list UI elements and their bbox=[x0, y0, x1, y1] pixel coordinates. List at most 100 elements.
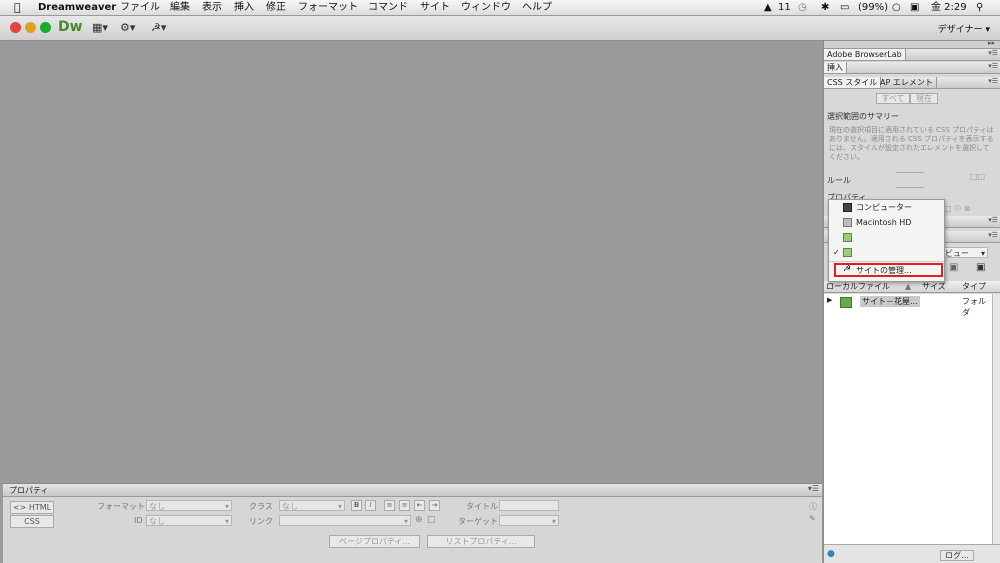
list-properties-button[interactable]: リストプロパティ... bbox=[427, 535, 535, 548]
bold-button[interactable]: B bbox=[351, 500, 362, 511]
clock[interactable]: 金 2:29 bbox=[931, 1, 967, 14]
ordered-list-icon[interactable]: ≡ bbox=[399, 500, 410, 511]
format-select[interactable]: なし ▾ bbox=[146, 500, 232, 511]
menu-separator bbox=[829, 261, 944, 262]
class-select[interactable]: なし ▾ bbox=[279, 500, 345, 511]
all-button[interactable]: すべて bbox=[876, 93, 910, 104]
panel-menu-icon[interactable]: ▾☰ bbox=[988, 77, 998, 85]
clock-icon[interactable]: ◷ bbox=[798, 1, 807, 14]
css-mode-button[interactable]: CSS bbox=[10, 515, 54, 528]
site-folder-icon bbox=[843, 233, 852, 242]
tab-ap-elements[interactable]: AP エレメント bbox=[877, 77, 937, 88]
col-local-files[interactable]: ローカルファイル bbox=[826, 281, 890, 292]
link-label: リンク bbox=[249, 517, 273, 526]
menu-item-macintosh-hd[interactable]: Macintosh HD bbox=[829, 215, 944, 230]
menu-file[interactable]: ファイル bbox=[120, 1, 160, 14]
menu-site[interactable]: サイト bbox=[420, 1, 450, 14]
zoom-window-button[interactable] bbox=[40, 22, 51, 33]
layout-icon[interactable]: ▦▾ bbox=[92, 21, 108, 34]
file-list[interactable]: ▶ サイト－花屋... フォルダ bbox=[824, 294, 1000, 544]
menu-commands[interactable]: コマンド bbox=[368, 1, 408, 14]
panel-menu-icon[interactable]: ▾☰ bbox=[988, 62, 998, 70]
panel-dock-bar: ▸▸ bbox=[824, 39, 1000, 49]
app-toolbar: Dw ▦▾ ⚙▾ ☭▾ デザイナー ▾ bbox=[0, 16, 1000, 41]
expand-icon[interactable]: ▣ bbox=[976, 262, 985, 273]
col-size[interactable]: サイズ bbox=[922, 281, 946, 292]
view-select[interactable]: ビュー ▾ bbox=[942, 247, 988, 258]
close-window-button[interactable] bbox=[10, 22, 21, 33]
quick-edit-icon[interactable]: ✎ bbox=[809, 514, 816, 523]
properties-tabbar: プロパティ ▾☰ bbox=[3, 484, 822, 497]
menu-edit[interactable]: 編集 bbox=[170, 1, 190, 14]
italic-button[interactable]: I bbox=[365, 500, 376, 511]
link-input[interactable]: ▾ bbox=[279, 515, 411, 526]
hard-disk-icon bbox=[843, 218, 852, 227]
menu-format[interactable]: フォーマット bbox=[298, 1, 358, 14]
format-label: フォーマット bbox=[97, 502, 145, 511]
current-button[interactable]: 現在 bbox=[910, 93, 938, 104]
page-properties-button[interactable]: ページプロパティ... bbox=[329, 535, 420, 548]
outdent-icon[interactable]: ⇤ bbox=[414, 500, 425, 511]
status-icon[interactable]: ● bbox=[827, 549, 835, 559]
panel-menu-icon[interactable]: ▾☰ bbox=[988, 231, 998, 239]
bluetooth-icon[interactable]: ✱ bbox=[821, 1, 829, 14]
spotlight-icon[interactable]: ⚲ bbox=[976, 1, 983, 14]
sort-icon: ▲ bbox=[905, 282, 912, 291]
document-area[interactable] bbox=[3, 42, 822, 483]
gear-icon[interactable]: ⚙▾ bbox=[120, 21, 135, 34]
browserlab-panel-header: Adobe BrowserLab ▾☰ bbox=[824, 49, 1000, 61]
file-list-scrollbar[interactable] bbox=[992, 294, 1000, 544]
menu-item-site-2[interactable]: ✓ bbox=[829, 245, 944, 260]
mac-menubar:  Dreamweaver ファイル 編集 表示 挿入 修正 フォーマット コマ… bbox=[0, 0, 1000, 16]
menu-window[interactable]: ウィンドウ bbox=[461, 1, 511, 14]
properties-tab[interactable]: プロパティ bbox=[9, 485, 49, 496]
computer-icon bbox=[843, 203, 852, 212]
col-type[interactable]: タイプ bbox=[962, 281, 986, 292]
workspace-switcher[interactable]: デザイナー ▾ bbox=[938, 22, 990, 35]
site-icon[interactable]: ☭▾ bbox=[151, 21, 166, 34]
checkmark-icon: ✓ bbox=[833, 248, 840, 257]
splitter-2[interactable] bbox=[896, 187, 924, 188]
tab-css-styles[interactable]: CSS スタイル bbox=[824, 77, 882, 88]
html-mode-button[interactable]: <> HTML bbox=[10, 501, 54, 514]
adobe-icon[interactable]: ▲ bbox=[764, 1, 772, 14]
wifi-icon[interactable]: ○ bbox=[892, 1, 901, 14]
target-select[interactable]: ▾ bbox=[499, 515, 559, 526]
properties-panel: プロパティ ▾☰ <> HTML CSS フォーマット なし ▾ クラス なし ▾ … bbox=[3, 483, 822, 563]
browse-folder-icon[interactable]: □ bbox=[427, 515, 436, 525]
help-icon[interactable]: ⓘ bbox=[809, 501, 817, 512]
connect-icon[interactable]: ▣ bbox=[949, 262, 958, 273]
disclosure-triangle-icon[interactable]: ▶ bbox=[827, 296, 832, 304]
unordered-list-icon[interactable]: ≡ bbox=[384, 500, 395, 511]
tab-insert[interactable]: 挿入 bbox=[824, 62, 847, 73]
splitter[interactable] bbox=[896, 172, 924, 173]
table-row[interactable]: ▶ サイト－花屋... フォルダ bbox=[824, 296, 992, 317]
site-folder-icon bbox=[843, 248, 852, 257]
menu-modify[interactable]: 修正 bbox=[266, 1, 286, 14]
speaker-icon[interactable]: ▣ bbox=[910, 1, 919, 14]
site-name[interactable]: サイト－花屋... bbox=[860, 296, 920, 307]
indent-icon[interactable]: ⇥ bbox=[429, 500, 440, 511]
app-menu[interactable]: Dreamweaver bbox=[38, 1, 116, 14]
collapse-panels-icon[interactable]: ▸▸ bbox=[988, 39, 995, 47]
title-input[interactable] bbox=[499, 500, 559, 511]
panel-menu-icon[interactable]: ▾☰ bbox=[808, 484, 819, 493]
menu-view[interactable]: 表示 bbox=[202, 1, 222, 14]
battery-icon[interactable]: ▭ bbox=[840, 1, 849, 14]
panel-menu-icon[interactable]: ▾☰ bbox=[988, 216, 998, 224]
rule-tools-icon[interactable]: □□ bbox=[970, 172, 985, 181]
point-to-file-icon[interactable]: ⊕ bbox=[415, 515, 423, 525]
menu-item-site-1[interactable] bbox=[829, 230, 944, 245]
tab-browserlab[interactable]: Adobe BrowserLab bbox=[824, 49, 906, 60]
file-list-header: ローカルファイル ▲ サイズ タイプ bbox=[824, 281, 1000, 293]
log-button[interactable]: ログ... bbox=[940, 550, 974, 561]
menu-insert[interactable]: 挿入 bbox=[234, 1, 254, 14]
minimize-window-button[interactable] bbox=[25, 22, 36, 33]
apple-icon[interactable]:  bbox=[14, 1, 21, 14]
css-tools-icon[interactable]: □ ☉ ⊗ bbox=[944, 204, 971, 213]
panel-menu-icon[interactable]: ▾☰ bbox=[988, 49, 998, 57]
menu-item-computer[interactable]: コンピューター bbox=[829, 200, 944, 215]
status-number: 11 bbox=[778, 2, 791, 13]
menu-help[interactable]: ヘルプ bbox=[522, 1, 552, 14]
id-select[interactable]: なし ▾ bbox=[146, 515, 232, 526]
